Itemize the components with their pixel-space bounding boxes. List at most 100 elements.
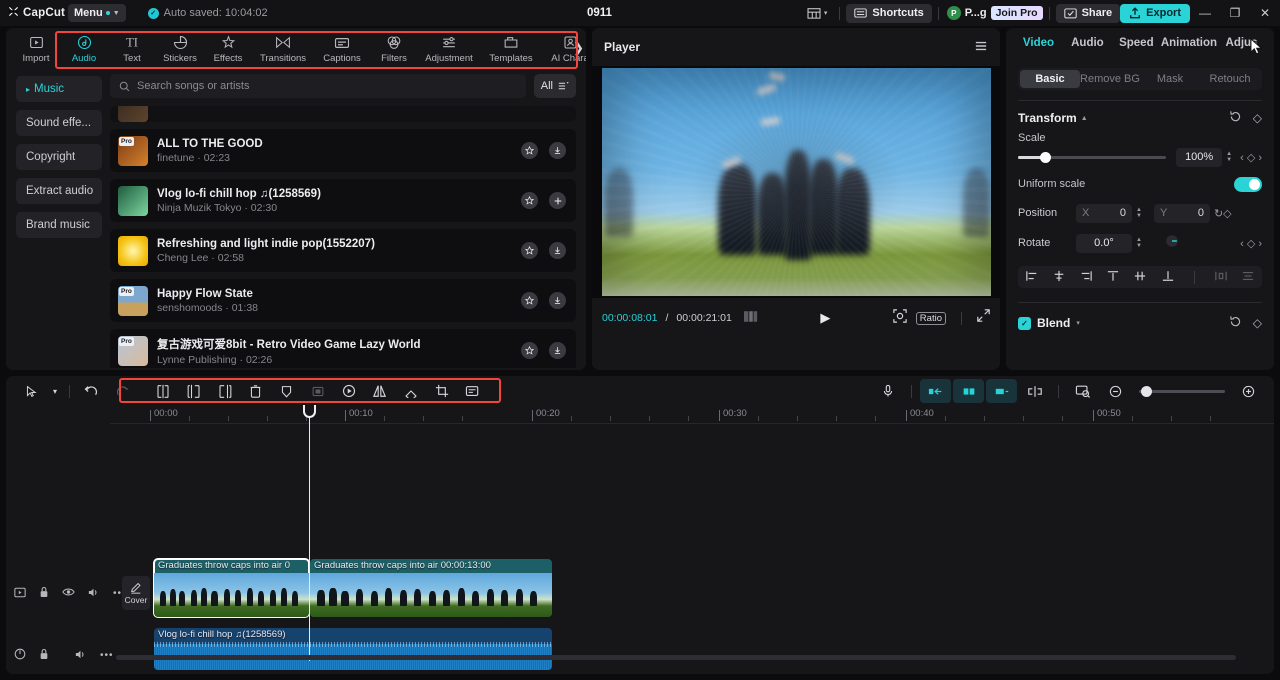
download-icon[interactable] (549, 342, 566, 359)
rotate-icon[interactable] (395, 379, 426, 403)
microphone-icon[interactable] (872, 379, 903, 403)
align-middle-icon[interactable] (1133, 270, 1147, 285)
favorite-icon[interactable] (521, 342, 538, 359)
category-sound-effects[interactable]: Sound effe... (16, 110, 102, 136)
list-item[interactable]: Refreshing and light indie pop(1552207) … (110, 229, 576, 272)
rotate-dial[interactable] (1164, 233, 1180, 254)
playhead[interactable] (303, 405, 316, 661)
table-row[interactable]: Graduates throw caps into air 00:00:13:0… (310, 559, 552, 617)
minimize-button[interactable]: — (1190, 0, 1220, 26)
favorite-icon[interactable] (521, 142, 538, 159)
join-pro-button[interactable]: Join Pro (990, 6, 1043, 20)
freeze-icon[interactable] (271, 379, 302, 403)
favorite-icon[interactable] (521, 192, 538, 209)
position-y-field[interactable]: Y 0 (1153, 203, 1210, 223)
playhead-handle[interactable] (303, 405, 316, 418)
share-button[interactable]: Share (1055, 3, 1121, 23)
tab-filters[interactable]: Filters (370, 29, 418, 69)
chevron-down-icon[interactable]: ▾ (1076, 319, 1080, 327)
zoom-out-icon[interactable] (1100, 379, 1131, 403)
distribute-horizontal-icon[interactable] (1214, 270, 1228, 285)
eye-icon[interactable] (62, 587, 75, 600)
zoom-in-icon[interactable] (1233, 379, 1264, 403)
shortcuts-button[interactable]: Shortcuts (846, 3, 932, 23)
song-list[interactable]: Pro Pro ALL TO THE GOOD finetune · 02:23 (110, 106, 576, 368)
add-icon[interactable] (549, 192, 566, 209)
favorite-icon[interactable] (521, 292, 538, 309)
reset-icon[interactable] (1229, 110, 1242, 126)
user-account[interactable]: P P...g (945, 6, 991, 20)
auto-cut-right-icon[interactable] (986, 379, 1017, 403)
tab-adjustment[interactable]: Adjustment (418, 29, 480, 69)
subtab-basic[interactable]: Basic (1020, 70, 1080, 88)
redo-icon[interactable] (107, 379, 138, 403)
timeline-zoom-slider[interactable] (1139, 385, 1225, 397)
split-icon[interactable] (147, 379, 178, 403)
layout-switch-button[interactable]: ▾ (801, 7, 834, 19)
favorite-icon[interactable] (521, 242, 538, 259)
table-row[interactable]: Graduates throw caps into air 0 (153, 558, 310, 618)
undo-icon[interactable] (76, 379, 107, 403)
speed-icon[interactable] (333, 379, 364, 403)
distribute-vertical-icon[interactable] (1241, 270, 1255, 285)
timeline-ruler[interactable]: 00:00 00:10 00:20 00:30 00:40 00:50 (110, 406, 1274, 424)
align-right-icon[interactable] (1079, 270, 1093, 285)
stepper-icon[interactable]: ▲ ▼ (1136, 207, 1142, 219)
volume-icon[interactable] (88, 587, 100, 601)
download-icon[interactable] (549, 242, 566, 259)
cursor-dropdown-icon[interactable]: ▾ (47, 379, 63, 403)
tab-effects[interactable]: Effects (204, 29, 252, 69)
tab-templates[interactable]: Templates (480, 29, 542, 69)
category-extract-audio[interactable]: Extract audio (16, 178, 102, 204)
tab-transitions[interactable]: Transitions (252, 29, 314, 69)
blend-checkbox[interactable]: ✓ (1018, 316, 1031, 330)
more-icon[interactable]: ••• (100, 650, 114, 661)
download-icon[interactable] (549, 142, 566, 159)
delete-icon[interactable] (240, 379, 271, 403)
mirror-icon[interactable] (364, 379, 395, 403)
audio-track-icon[interactable] (14, 648, 26, 663)
category-brand-music[interactable]: Brand music (16, 212, 102, 238)
subtab-remove-bg[interactable]: Remove BG (1080, 70, 1140, 88)
thumbnail-preview-icon[interactable] (1067, 379, 1098, 403)
select-cursor-icon[interactable] (16, 379, 47, 403)
align-center-horizontal-icon[interactable] (1052, 270, 1066, 285)
timeline-horizontal-scrollbar[interactable] (116, 655, 1236, 660)
video-track-icon[interactable] (14, 587, 26, 601)
list-item[interactable]: Pro Happy Flow State senshomoods · 01:38 (110, 279, 576, 322)
rotate-keyframe[interactable]: ‹ ◇ › (1240, 237, 1262, 250)
position-keyframe[interactable]: ↻◇ (1214, 207, 1232, 220)
ratio-button[interactable]: Ratio (915, 311, 946, 325)
lock-icon[interactable] (39, 648, 49, 663)
picture-in-picture-icon[interactable] (302, 379, 333, 403)
scale-keyframe[interactable]: ‹ ◇ › (1240, 151, 1262, 164)
tab-audio[interactable]: Audio (1063, 37, 1112, 49)
menu-button[interactable]: Menu ▼ (68, 4, 126, 22)
stepper-icon[interactable]: ▲ ▼ (1136, 237, 1142, 249)
snapshot-icon[interactable] (893, 308, 907, 328)
tab-adjust[interactable]: Adjus (1217, 37, 1266, 49)
list-item[interactable]: Pro ALL TO THE GOOD finetune · 02:23 (110, 129, 576, 172)
auto-cut-center-icon[interactable] (953, 379, 984, 403)
trim-left-icon[interactable] (178, 379, 209, 403)
tab-import[interactable]: Import (12, 29, 60, 69)
cover-button[interactable]: Cover (122, 576, 150, 610)
frame-list-icon[interactable] (743, 309, 758, 327)
subtab-mask[interactable]: Mask (1140, 70, 1200, 88)
list-item[interactable]: Pro (110, 106, 576, 122)
tab-captions[interactable]: Captions (314, 29, 370, 69)
align-top-icon[interactable] (1106, 270, 1120, 285)
crop-icon[interactable] (426, 379, 457, 403)
split-marker-icon[interactable] (1019, 379, 1050, 403)
play-button[interactable]: ▶ (820, 310, 830, 326)
tab-animation[interactable]: Animation (1161, 37, 1217, 49)
fullscreen-icon[interactable] (977, 309, 990, 327)
tab-speed[interactable]: Speed (1112, 37, 1161, 49)
align-left-icon[interactable] (1025, 270, 1039, 285)
keyframe-icon[interactable]: ◇ (1253, 316, 1262, 330)
category-copyright[interactable]: Copyright (16, 144, 102, 170)
caption-edit-icon[interactable] (457, 379, 488, 403)
player-menu-icon[interactable] (974, 40, 988, 55)
close-button[interactable]: ✕ (1250, 0, 1280, 26)
auto-cut-left-icon[interactable] (920, 379, 951, 403)
